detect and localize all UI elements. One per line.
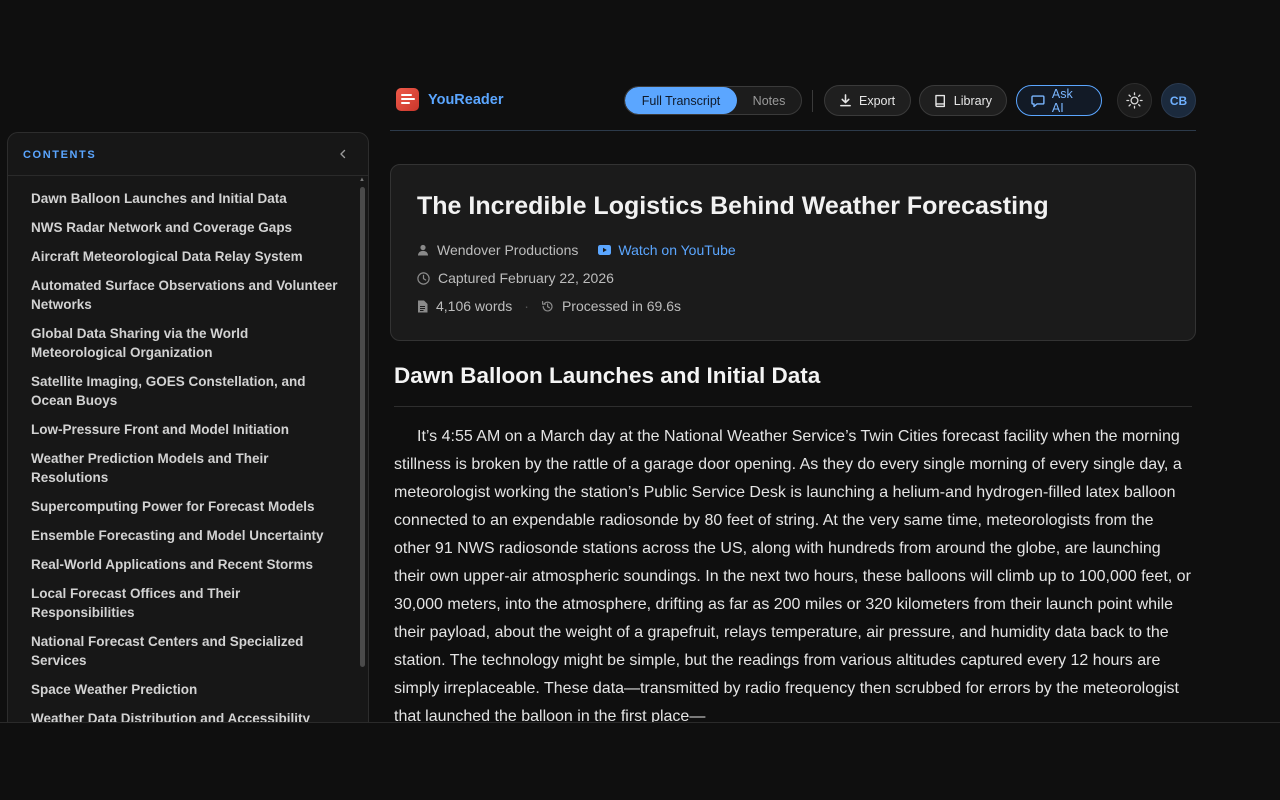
book-icon bbox=[935, 94, 946, 107]
toolbar-divider bbox=[812, 90, 813, 112]
toc-item[interactable]: Automated Surface Observations and Volun… bbox=[31, 276, 341, 314]
clock-icon bbox=[417, 271, 430, 285]
channel-name: Wendover Productions bbox=[437, 242, 579, 258]
contents-sidebar: CONTENTS Dawn Balloon Launches and Initi… bbox=[7, 132, 369, 722]
watch-on-youtube-label: Watch on YouTube bbox=[618, 242, 736, 258]
toc-item[interactable]: Real-World Applications and Recent Storm… bbox=[31, 555, 341, 574]
sidebar-title: CONTENTS bbox=[23, 149, 97, 161]
ask-ai-label: Ask AI bbox=[1051, 86, 1073, 115]
chevron-left-icon[interactable] bbox=[336, 147, 350, 161]
top-bar: YouReader Full Transcript Notes Export L… bbox=[390, 80, 1196, 131]
brand[interactable]: YouReader bbox=[396, 88, 503, 111]
toc-item[interactable]: Dawn Balloon Launches and Initial Data bbox=[31, 189, 341, 208]
transcript-paragraph: It’s 4:55 AM on a March day at the Natio… bbox=[394, 428, 1191, 722]
toc-item[interactable]: National Forecast Centers and Specialize… bbox=[31, 632, 341, 670]
captured-date: Captured February 22, 2026 bbox=[438, 270, 614, 286]
section-divider bbox=[394, 406, 1192, 407]
toc-item[interactable]: Satellite Imaging, GOES Constellation, a… bbox=[31, 372, 341, 410]
app-viewport: YouReader Full Transcript Notes Export L… bbox=[0, 0, 1280, 722]
toc-item[interactable]: NWS Radar Network and Coverage Gaps bbox=[31, 218, 341, 237]
toc-item[interactable]: Supercomputing Power for Forecast Models bbox=[31, 497, 341, 516]
toc-item[interactable]: Aircraft Meteorological Data Relay Syste… bbox=[31, 247, 341, 266]
document-title: The Incredible Logistics Behind Weather … bbox=[417, 192, 1049, 220]
scrollbar-thumb[interactable] bbox=[360, 187, 365, 667]
tab-full-transcript[interactable]: Full Transcript bbox=[625, 87, 737, 114]
scroll-up-arrow-icon[interactable]: ▲ bbox=[359, 177, 365, 183]
user-avatar[interactable]: CB bbox=[1161, 83, 1196, 118]
app-name: YouReader bbox=[428, 91, 504, 108]
document-icon bbox=[418, 300, 428, 312]
processing-time: Processed in 69.6s bbox=[561, 298, 682, 314]
toc-item[interactable]: Weather Prediction Models and Their Reso… bbox=[31, 449, 341, 487]
user-icon bbox=[418, 244, 428, 256]
toc-item[interactable]: Weather Data Distribution and Accessibil… bbox=[31, 709, 341, 722]
theme-toggle-button[interactable] bbox=[1117, 83, 1152, 118]
export-button[interactable]: Export bbox=[824, 85, 911, 116]
library-label: Library bbox=[953, 93, 992, 108]
ask-ai-button[interactable]: Ask AI bbox=[1016, 85, 1102, 116]
tab-notes[interactable]: Notes bbox=[737, 87, 801, 114]
toc-item[interactable]: Global Data Sharing via the World Meteor… bbox=[31, 324, 341, 362]
youtube-icon bbox=[598, 245, 612, 255]
toc-item[interactable]: Ensemble Forecasting and Model Uncertain… bbox=[31, 526, 341, 545]
sun-icon bbox=[1126, 92, 1143, 109]
toc-item[interactable]: Local Forecast Offices and Their Respons… bbox=[31, 584, 341, 622]
export-label: Export bbox=[859, 93, 896, 108]
watch-on-youtube-link[interactable]: Watch on YouTube bbox=[598, 242, 736, 258]
download-icon bbox=[840, 94, 851, 107]
toc-item[interactable]: Low-Pressure Front and Model Initiation bbox=[31, 420, 341, 439]
toc-item[interactable]: Space Weather Prediction bbox=[31, 680, 341, 699]
document-info-card: The Incredible Logistics Behind Weather … bbox=[390, 164, 1196, 341]
sidebar-header: CONTENTS bbox=[8, 133, 368, 176]
word-count: 4,106 words bbox=[436, 298, 513, 314]
meta-row-stats: 4,106 words · Processed in 69.6s bbox=[417, 298, 681, 314]
view-toggle: Full Transcript Notes bbox=[624, 86, 802, 115]
chat-bubble-icon bbox=[1031, 94, 1045, 107]
history-icon bbox=[541, 300, 553, 312]
meta-row-captured: Captured February 22, 2026 bbox=[417, 270, 614, 286]
library-button[interactable]: Library bbox=[919, 85, 1007, 116]
bottom-panel bbox=[0, 722, 1280, 800]
separator-dot: · bbox=[524, 298, 529, 314]
sidebar-scrollbar[interactable]: ▲ bbox=[358, 177, 366, 722]
meta-row-source: Wendover Productions Watch on YouTube bbox=[417, 242, 736, 258]
section-heading: Dawn Balloon Launches and Initial Data bbox=[394, 363, 821, 388]
app-logo-icon bbox=[396, 88, 419, 111]
